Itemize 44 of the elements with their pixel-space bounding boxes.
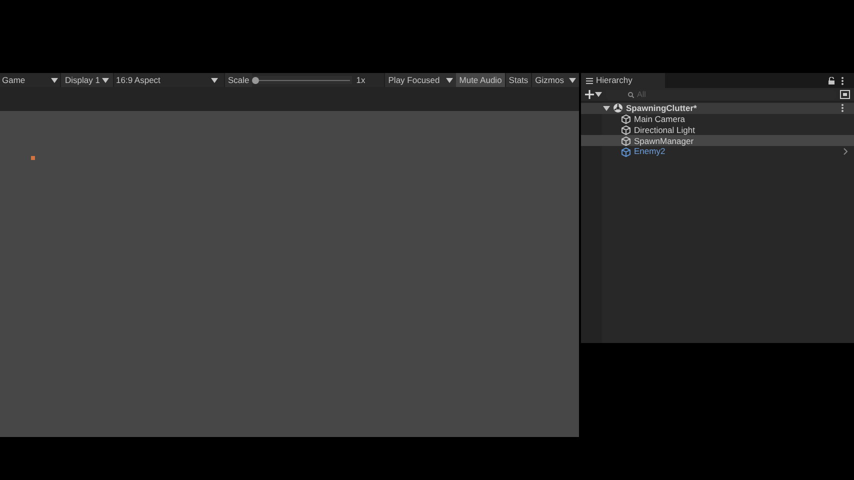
hierarchy-item[interactable]: Directional Light [581,124,854,136]
hierarchy-item[interactable]: Main Camera [581,114,854,125]
scale-slider[interactable] [252,76,352,84]
more-icon[interactable] [841,76,844,84]
item-label: SpawningClutter* [626,104,697,113]
display-dropdown[interactable]: Display 1 [60,73,114,87]
scale-value: 1x [356,76,366,84]
item-label: SpawnManager [634,136,694,146]
plus-icon [585,90,594,99]
caret-icon [51,78,58,82]
caret-icon [595,92,602,97]
scale-label: Scale [224,73,252,87]
list-icon [586,78,593,84]
caret-icon [446,78,454,82]
cube-icon [621,124,631,135]
view-dropdown[interactable]: Game [0,73,60,87]
create-button[interactable] [585,90,602,99]
caret-icon [102,78,109,82]
caret-icon [211,78,218,82]
cube-icon [621,146,631,157]
cube-icon [621,114,631,124]
game-object-marker [31,156,35,160]
chevron-right-icon[interactable] [843,148,848,156]
scene-icon [613,103,623,114]
hierarchy-tab[interactable]: Hierarchy [581,73,665,88]
search-icon [628,92,634,98]
play-mode-dropdown[interactable]: Play Focused [384,73,456,87]
item-label: Directional Light [634,126,695,134]
lock-icon[interactable] [828,76,835,84]
caret-icon [569,78,576,82]
mute-audio-toggle[interactable]: Mute Audio [456,73,505,87]
hierarchy-item[interactable]: SpawningClutter* [581,103,854,114]
aspect-dropdown[interactable]: 16:9 Aspect [114,73,220,87]
stats-button[interactable]: Stats [504,73,532,87]
hierarchy-item[interactable]: Enemy2 [581,146,854,157]
item-label: Main Camera [634,114,686,124]
gizmos-dropdown[interactable]: Gizmos [531,73,579,87]
cube-icon [621,136,631,146]
tab-label: Hierarchy [596,74,632,87]
scene-view-icon[interactable] [840,90,850,99]
item-label: Enemy2 [634,147,666,156]
more-icon[interactable] [841,104,844,112]
hierarchy-item[interactable]: SpawnManager [581,135,854,146]
caret-icon [603,106,610,111]
